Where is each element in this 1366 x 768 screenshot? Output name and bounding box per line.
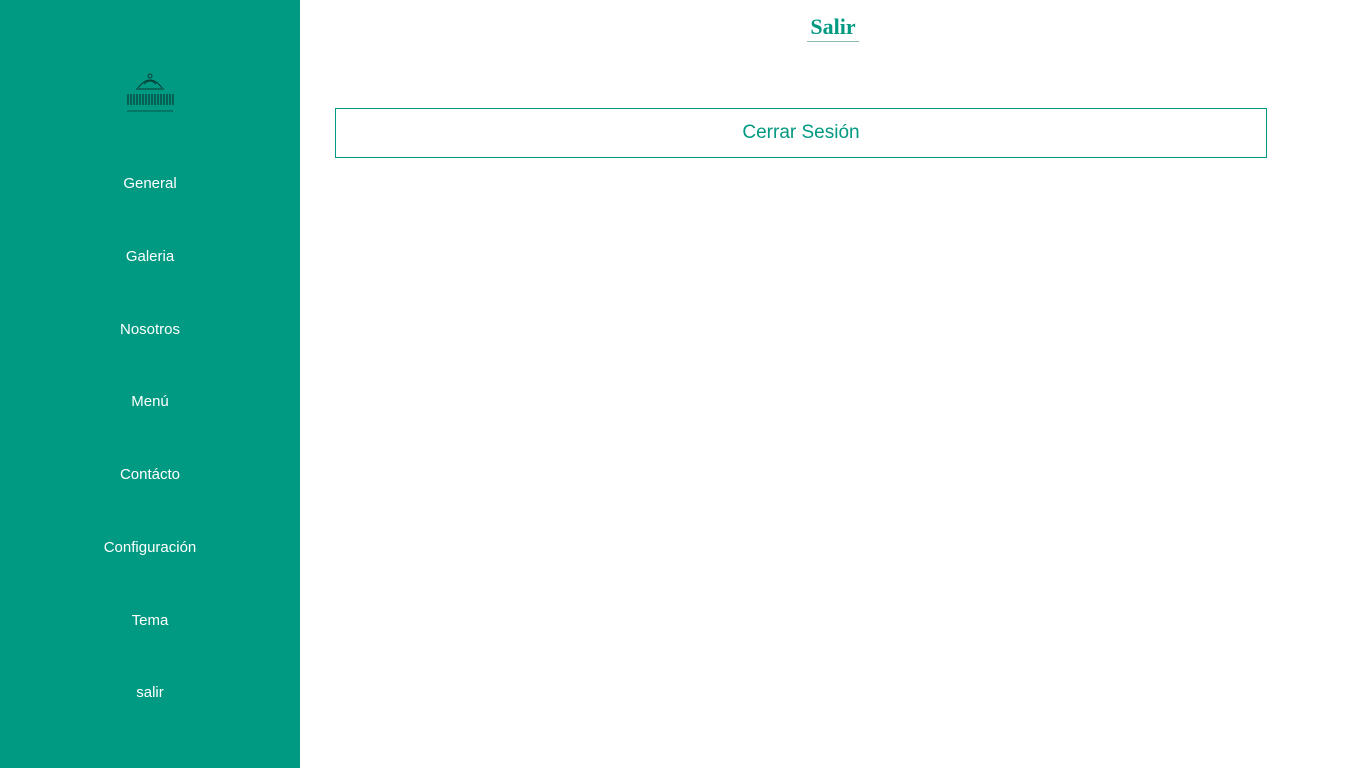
sidebar-item-nosotros[interactable]: Nosotros bbox=[0, 320, 300, 340]
logout-button[interactable]: Cerrar Sesión bbox=[335, 108, 1267, 158]
sidebar: General Galeria Nosotros Menú Contácto C… bbox=[0, 0, 300, 768]
sidebar-item-contacto[interactable]: Contácto bbox=[0, 465, 300, 485]
sidebar-item-configuracion[interactable]: Configuración bbox=[0, 538, 300, 558]
main-content: Salir Cerrar Sesión bbox=[300, 0, 1366, 768]
sidebar-item-salir[interactable]: salir bbox=[0, 683, 300, 703]
restaurant-logo-icon[interactable] bbox=[126, 70, 174, 114]
sidebar-item-galeria[interactable]: Galeria bbox=[0, 247, 300, 267]
sidebar-item-menu[interactable]: Menú bbox=[0, 392, 300, 412]
sidebar-item-general[interactable]: General bbox=[0, 174, 300, 194]
page-title: Salir bbox=[807, 14, 859, 42]
sidebar-item-tema[interactable]: Tema bbox=[0, 611, 300, 631]
